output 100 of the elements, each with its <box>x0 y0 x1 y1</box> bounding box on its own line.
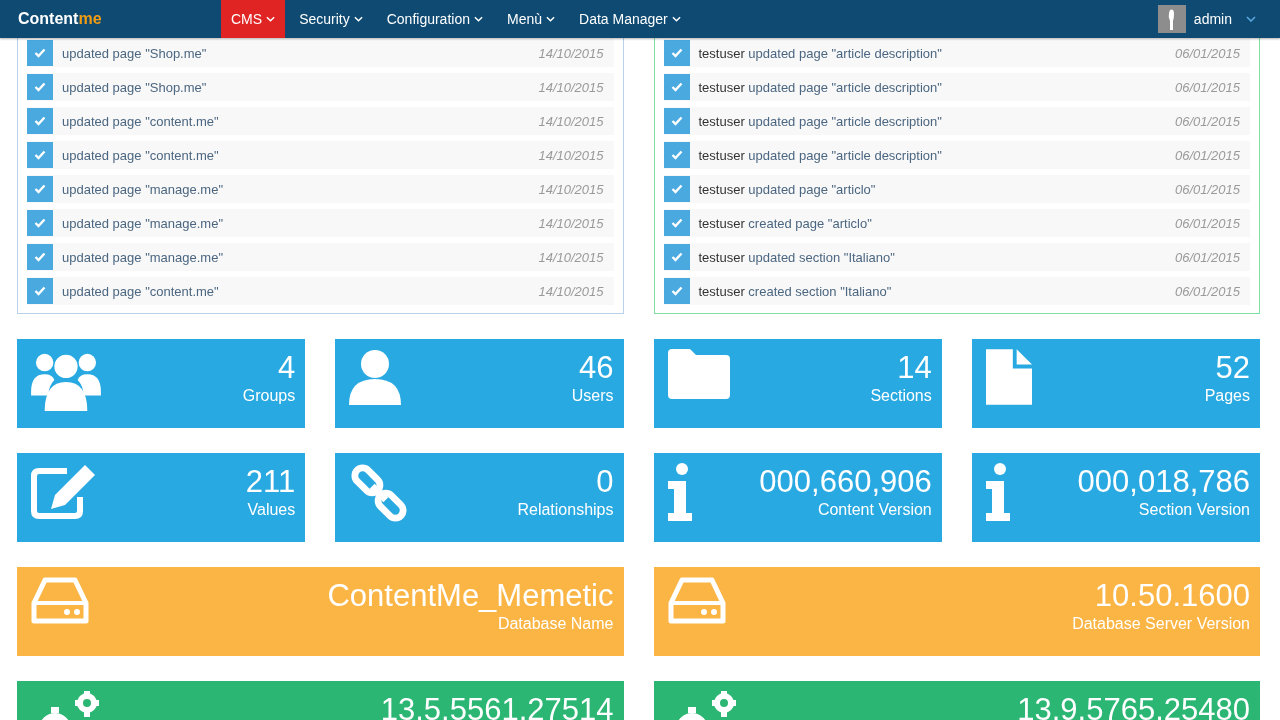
hard-drive-icon <box>667 577 726 625</box>
file-icon <box>985 349 1032 405</box>
activity-date: 14/10/2015 <box>538 147 604 163</box>
brand-logo[interactable]: Contentme <box>0 0 221 38</box>
activity-text: testuser updated page "article description" <box>698 45 942 61</box>
stat-value: 10.50.1600 <box>1094 577 1250 615</box>
user-icon <box>349 349 402 405</box>
checkbox[interactable] <box>27 108 53 134</box>
caret-icon <box>671 16 681 22</box>
checkbox[interactable] <box>663 210 690 236</box>
check-icon <box>670 184 683 194</box>
check-icon <box>670 218 683 228</box>
checkbox[interactable] <box>663 108 690 134</box>
activity-date: 06/01/2015 <box>1174 181 1240 197</box>
avatar-icon <box>1157 5 1186 33</box>
activity-text: updated page "Shop.me" <box>62 45 207 61</box>
activity-text: updated page "content.me" <box>62 147 219 163</box>
menu-item[interactable]: Menù <box>497 0 565 38</box>
caret-icon <box>353 16 363 22</box>
check-icon <box>670 82 683 92</box>
activity-text: testuser created page "articlo" <box>698 215 872 231</box>
menu-item[interactable]: Configuration <box>376 0 493 38</box>
checkbox[interactable] <box>27 210 53 236</box>
activity-text: testuser updated page "article description" <box>698 113 942 129</box>
stat-label: Content Version <box>817 500 932 521</box>
check-icon <box>670 116 683 126</box>
stat-label: Pages <box>1204 386 1250 407</box>
stat-value: 000,018,786 <box>1077 463 1250 501</box>
activity-text: updated page "Shop.me" <box>62 79 207 95</box>
check-icon <box>670 252 683 262</box>
caret-icon <box>1246 16 1256 22</box>
checkbox[interactable] <box>663 176 690 202</box>
check-icon <box>34 286 46 296</box>
stat-value: 211 <box>245 463 296 501</box>
menu-item[interactable]: Security <box>289 0 373 38</box>
activity-text: testuser updated page "articlo" <box>698 181 876 197</box>
info-icon <box>985 463 1012 521</box>
user-menu[interactable]: admin <box>1151 0 1262 38</box>
stat-label: Database Server Version <box>1072 614 1250 635</box>
activity-date: 06/01/2015 <box>1174 147 1240 163</box>
stat-value: 13.5.5561.27514 <box>380 691 614 720</box>
stat-label: Sections <box>870 386 932 407</box>
menu-item[interactable]: Data Manager <box>569 0 691 38</box>
stat-value: 13.9.5765.25480 <box>1017 691 1250 720</box>
activity-text: updated page "manage.me" <box>62 249 223 265</box>
caret-icon <box>474 16 483 22</box>
stat-label: Groups <box>242 386 296 407</box>
checkbox[interactable] <box>663 244 690 270</box>
stat-value: 4 <box>278 349 296 387</box>
check-icon <box>34 48 46 58</box>
hard-drive-icon <box>31 577 89 625</box>
menu-item[interactable]: CMS <box>221 0 286 38</box>
activity-date: 14/10/2015 <box>538 79 604 95</box>
activity-text: updated page "manage.me" <box>62 181 223 197</box>
activity-text: testuser updated page "article description" <box>698 79 942 95</box>
stat-value: 0 <box>596 463 614 501</box>
check-icon <box>670 286 683 296</box>
activity-text: updated page "manage.me" <box>62 215 223 231</box>
caret-icon <box>546 16 555 22</box>
stat-value: 14 <box>897 349 932 387</box>
checkbox[interactable] <box>27 176 53 202</box>
check-icon <box>670 150 683 160</box>
stat-value: 52 <box>1215 349 1250 387</box>
checkbox[interactable] <box>27 278 53 304</box>
checkbox[interactable] <box>27 142 53 168</box>
stat-label: Users <box>571 386 614 407</box>
checkbox[interactable] <box>663 74 690 100</box>
check-icon <box>34 184 46 194</box>
activity-date: 14/10/2015 <box>538 45 604 61</box>
activity-date: 06/01/2015 <box>1174 283 1240 299</box>
stat-label: Database Name <box>497 614 614 635</box>
edit-icon <box>31 463 97 519</box>
activity-date: 06/01/2015 <box>1174 215 1240 231</box>
stat-label: Relationships <box>517 500 614 521</box>
activity-text: testuser updated section "Italiano" <box>698 249 895 265</box>
activity-date: 06/01/2015 <box>1174 79 1240 95</box>
folder-icon <box>667 349 730 399</box>
check-icon <box>34 116 46 126</box>
activity-date: 06/01/2015 <box>1174 249 1240 265</box>
activity-date: 14/10/2015 <box>538 181 604 197</box>
check-icon <box>670 48 683 58</box>
checkbox[interactable] <box>27 74 53 100</box>
activity-text: updated page "content.me" <box>62 283 219 299</box>
check-icon <box>34 150 46 160</box>
checkbox[interactable] <box>663 278 690 304</box>
activity-date: 06/01/2015 <box>1174 113 1240 129</box>
stat-value: ContentMe_Memetic <box>327 577 614 615</box>
checkbox[interactable] <box>663 142 690 168</box>
activity-date: 14/10/2015 <box>538 113 604 129</box>
info-icon <box>667 463 694 521</box>
checkbox[interactable] <box>663 40 690 66</box>
activity-text: updated page "content.me" <box>62 113 219 129</box>
checkbox[interactable] <box>27 40 53 66</box>
checkbox[interactable] <box>27 244 53 270</box>
activity-text: testuser created section "Italiano" <box>698 283 892 299</box>
stat-value: 46 <box>579 349 614 387</box>
activity-date: 14/10/2015 <box>538 215 604 231</box>
check-icon <box>34 218 46 228</box>
check-icon <box>34 252 46 262</box>
check-icon <box>34 82 46 92</box>
